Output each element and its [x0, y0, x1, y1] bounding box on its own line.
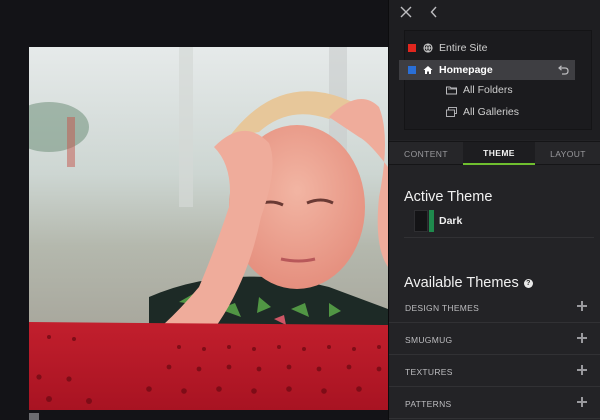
- accordion-label: DESIGN THEMES: [405, 303, 480, 313]
- photo-caption-marker: [29, 413, 39, 420]
- tree-item-homepage[interactable]: Homepage: [399, 60, 575, 80]
- tree-item-label: All Galleries: [463, 106, 520, 118]
- available-themes-heading: Available Themes ?: [404, 275, 533, 291]
- close-icon: [400, 6, 412, 18]
- plus-icon: [577, 365, 587, 375]
- folder-icon: [446, 85, 457, 96]
- plus-icon: [577, 333, 587, 343]
- globe-icon: [422, 43, 433, 54]
- chevron-left-icon: [430, 6, 437, 18]
- theme-accent-swatch: [429, 210, 434, 232]
- tree-item-label: Entire Site: [439, 42, 488, 54]
- site-preview: [0, 0, 388, 420]
- undo-icon[interactable]: [557, 64, 569, 76]
- tree-item-label: All Folders: [463, 84, 513, 96]
- accordion-smugmug[interactable]: SMUGMUG: [389, 323, 600, 355]
- tree-item-entire-site[interactable]: Entire Site: [405, 38, 593, 58]
- accordion-label: SMUGMUG: [405, 335, 453, 345]
- plus-icon: [577, 301, 587, 311]
- preview-photo: [29, 47, 388, 410]
- tab-theme[interactable]: THEME: [463, 142, 535, 165]
- panel-header: Entire Site Homepage All Folders All Gal…: [389, 0, 600, 140]
- accordion-patterns[interactable]: PATTERNS: [389, 387, 600, 419]
- theme-swatch: [414, 210, 428, 232]
- page-scope-tree: Entire Site Homepage All Folders All Gal…: [399, 30, 593, 130]
- section-divider: [404, 237, 594, 238]
- tab-content[interactable]: CONTENT: [389, 142, 463, 165]
- blue-marker-icon: [408, 66, 416, 74]
- tree-item-all-folders[interactable]: All Folders: [405, 80, 593, 100]
- active-theme-heading: Active Theme: [404, 189, 493, 205]
- home-icon: [422, 65, 433, 76]
- active-theme-card[interactable]: Dark: [404, 208, 594, 234]
- back-button[interactable]: [423, 4, 445, 20]
- accordion-design-themes[interactable]: DESIGN THEMES: [389, 291, 600, 323]
- accordion-label: PATTERNS: [405, 399, 452, 409]
- plus-icon: [577, 397, 587, 407]
- photo-illustration: [29, 47, 388, 410]
- red-marker-icon: [408, 44, 416, 52]
- available-themes-title: Available Themes: [404, 275, 519, 291]
- accordion-label: TEXTURES: [405, 367, 453, 377]
- customize-panel: Entire Site Homepage All Folders All Gal…: [388, 0, 600, 420]
- tab-layout[interactable]: LAYOUT: [535, 142, 600, 165]
- close-button[interactable]: [395, 4, 417, 20]
- active-theme-name: Dark: [439, 215, 463, 227]
- tree-item-label: Homepage: [439, 64, 493, 76]
- panel-tabs: CONTENT THEME LAYOUT: [389, 141, 600, 165]
- tree-item-all-galleries[interactable]: All Galleries: [405, 102, 593, 122]
- galleries-icon: [446, 107, 457, 118]
- help-icon[interactable]: ?: [523, 278, 533, 288]
- accordion-textures[interactable]: TEXTURES: [389, 355, 600, 387]
